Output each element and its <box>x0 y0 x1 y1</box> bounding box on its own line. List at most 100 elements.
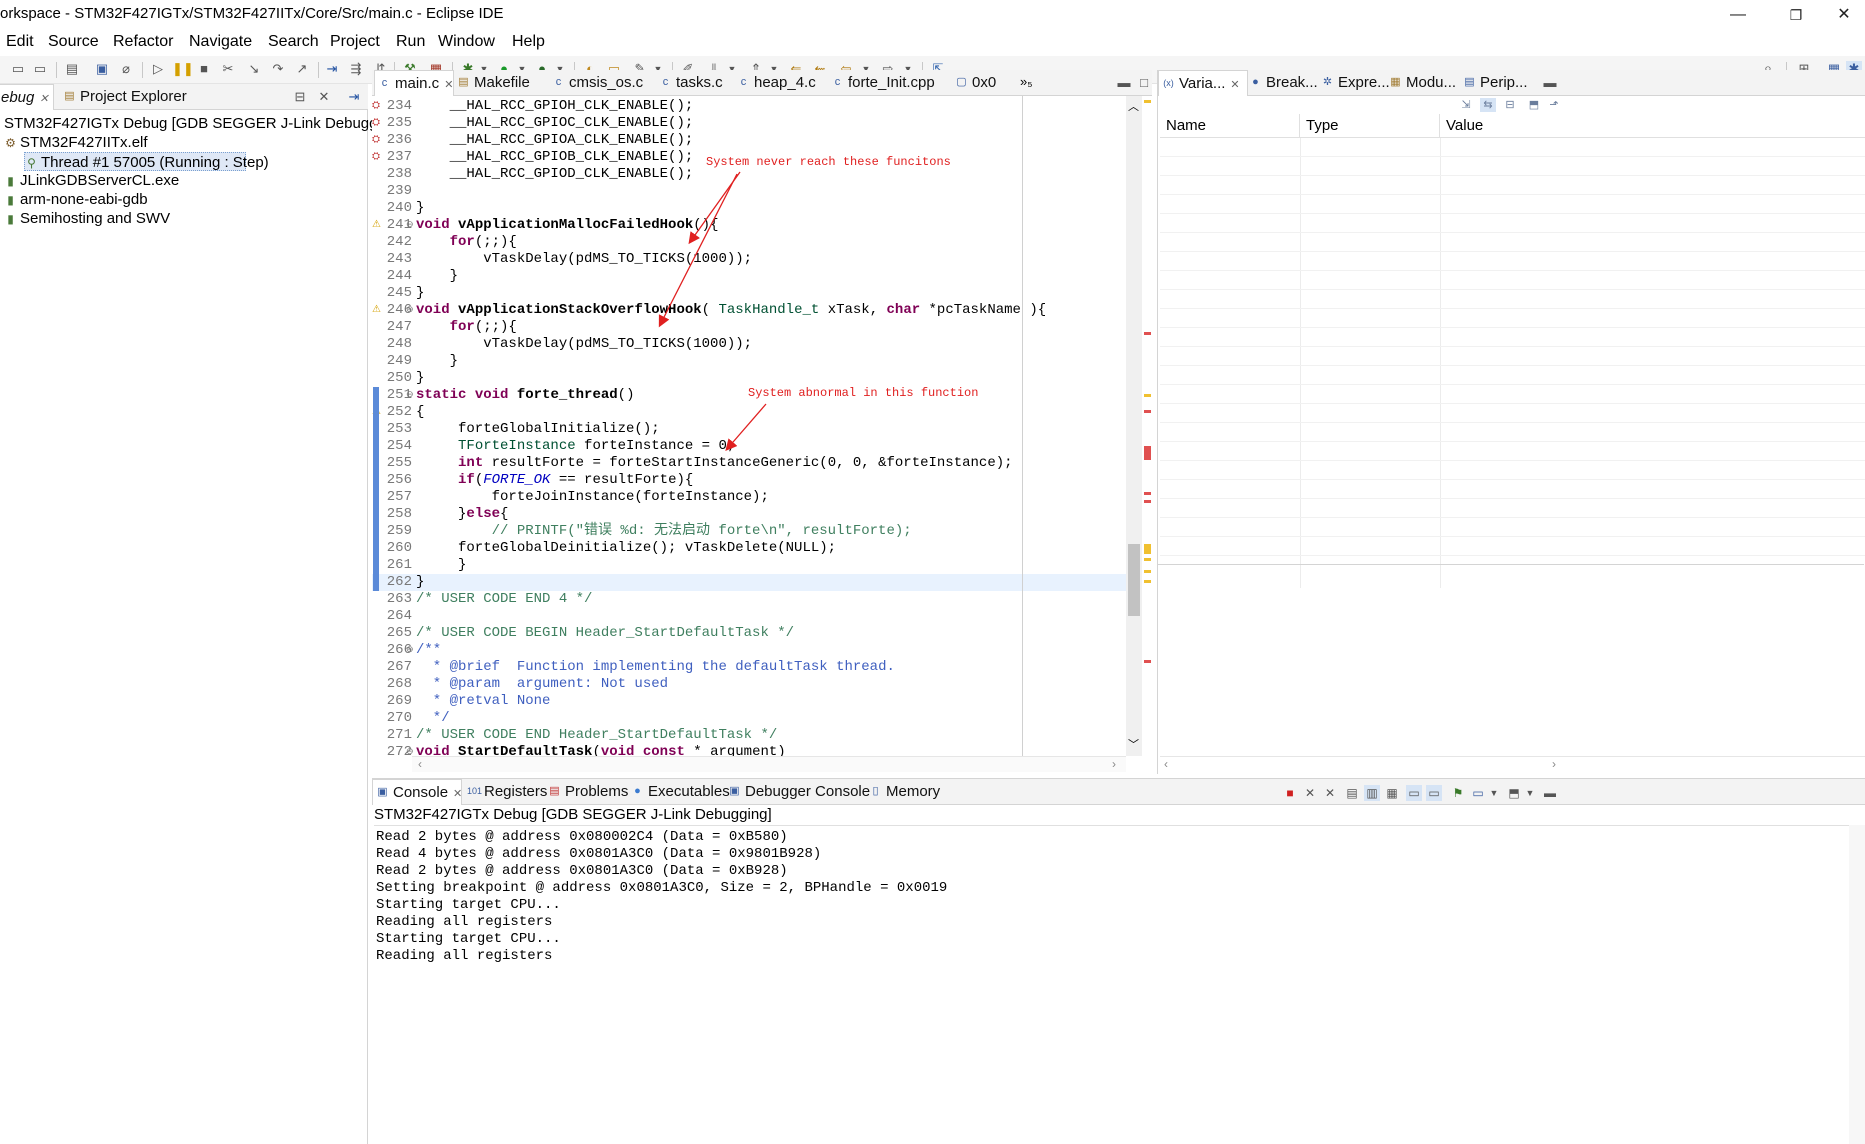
close-tab-icon[interactable]: ✕ <box>1230 79 1239 91</box>
column-header-type[interactable]: Type <box>1300 114 1440 138</box>
save-icon[interactable]: ▭ <box>10 61 26 77</box>
tab-forte-init[interactable]: c forte_Init.cpp <box>828 70 948 96</box>
remove-all-terminated-icon[interactable]: ✕ <box>1322 785 1338 801</box>
code-line[interactable]: 270 */ <box>372 710 1132 727</box>
save-all-icon[interactable]: ▭ <box>32 61 48 77</box>
menu-help[interactable]: Help <box>512 33 545 51</box>
open-console-icon[interactable]: ⬒ <box>1506 785 1522 801</box>
tab-overflow-button[interactable]: »₅ <box>1020 74 1032 89</box>
menu-refactor[interactable]: Refactor <box>113 33 173 51</box>
tab-project-explorer[interactable]: ▤ Project Explorer <box>60 84 210 110</box>
disconnect-icon[interactable]: ✂ <box>220 61 236 77</box>
tab-executables[interactable]: ● Executables <box>628 779 730 805</box>
clear-console-icon[interactable]: ▤ <box>1344 785 1360 801</box>
tree-item-semihosting[interactable]: ▮ Semihosting and SWV <box>4 209 170 228</box>
code-line[interactable]: 264 <box>372 608 1132 625</box>
overview-marker[interactable] <box>1144 570 1151 573</box>
tab-console[interactable]: ▣ Console ✕ <box>372 779 462 805</box>
code-line[interactable]: 240} <box>372 200 1132 217</box>
fold-toggle-icon[interactable]: ⊖ <box>406 302 414 319</box>
close-button[interactable]: ✕ <box>1821 2 1865 28</box>
minimize-button[interactable]: — <box>1715 2 1761 28</box>
show-logical-structure-icon[interactable]: ⇆ <box>1480 98 1496 112</box>
collapse-all-icon[interactable]: ⊟ <box>292 89 308 105</box>
code-line[interactable]: 263/* USER CODE END 4 */ <box>372 591 1132 608</box>
fold-toggle-icon[interactable]: ⊖ <box>406 744 414 756</box>
code-line[interactable]: 239 <box>372 183 1132 200</box>
overview-marker[interactable] <box>1144 446 1151 460</box>
code-line[interactable]: 271/* USER CODE END Header_StartDefaultT… <box>372 727 1132 744</box>
resume-icon[interactable]: ▷ <box>150 61 166 77</box>
overview-marker[interactable] <box>1144 500 1151 503</box>
code-line[interactable]: 272 ⊖ void StartDefaultTask(void const * a… <box>372 744 1132 756</box>
code-line[interactable]: ⛭ 236 __HAL_RCC_GPIOA_CLK_ENABLE(); <box>372 132 1132 149</box>
close-tab-icon[interactable]: ✕ <box>453 788 462 800</box>
variables-horizontal-scrollbar[interactable]: ‹ › <box>1160 756 1865 772</box>
code-line[interactable]: 245} <box>372 285 1132 302</box>
code-line[interactable]: 269 * @retval None <box>372 693 1132 710</box>
open-console-dropdown-icon[interactable]: ▼ <box>1522 785 1538 801</box>
terminate-icon[interactable]: ■ <box>196 61 212 77</box>
show-on-stderr-icon[interactable]: ▭ <box>1426 785 1442 801</box>
skip-breakpoints-icon[interactable]: ⌀ <box>118 61 134 77</box>
terminate-console-icon[interactable]: ■ <box>1282 785 1298 801</box>
overview-marker[interactable] <box>1144 558 1151 561</box>
menu-source[interactable]: Source <box>48 33 99 51</box>
tree-item-elf[interactable]: ⚙ STM32F427IITx.elf <box>4 133 147 152</box>
collapse-all-icon[interactable]: ⊟ <box>1502 98 1518 112</box>
word-wrap-icon[interactable]: ▦ <box>1384 785 1400 801</box>
overview-marker[interactable] <box>1144 332 1151 335</box>
overview-marker[interactable] <box>1144 544 1151 554</box>
tree-item-jlink[interactable]: ▮ JLinkGDBServerCL.exe <box>4 171 179 190</box>
close-tab-icon[interactable]: ✕ <box>444 79 453 91</box>
column-header-value[interactable]: Value <box>1440 114 1865 138</box>
tab-registers[interactable]: 101 Registers <box>464 779 549 805</box>
minimize-editor-icon[interactable]: ▬ <box>1116 75 1132 91</box>
code-line[interactable]: ⛭ 234 __HAL_RCC_GPIOH_CLK_ENABLE(); <box>372 98 1132 115</box>
code-line[interactable]: 261 } <box>372 557 1132 574</box>
overview-marker[interactable] <box>1144 410 1151 413</box>
fold-toggle-icon[interactable]: ⊖ <box>406 387 414 404</box>
tab-disassembly[interactable]: ▢ 0x0 <box>952 70 1012 96</box>
overview-marker[interactable] <box>1144 660 1151 663</box>
scroll-lock-icon[interactable]: ▥ <box>1364 785 1380 801</box>
column-header-name[interactable]: Name <box>1160 114 1300 138</box>
step-filter-icon[interactable]: ⇥ <box>346 89 362 105</box>
show-type-names-icon[interactable]: ⇲ <box>1458 98 1474 112</box>
close-tab-icon[interactable]: ✕ <box>39 93 48 105</box>
tree-item-launch[interactable]: STM32F427IGTx Debug [GDB SEGGER J-Link D… <box>4 114 402 133</box>
code-line[interactable]: 259 // PRINTF("错误 %d: 无法启动 forte\n", res… <box>372 523 1132 540</box>
display-console-icon[interactable]: ▭ <box>1470 785 1486 801</box>
tab-variables[interactable]: (x) Varia... ✕ <box>1158 70 1248 96</box>
code-line[interactable]: ⚠252{ <box>372 404 1132 421</box>
scroll-right-icon[interactable]: › <box>1112 757 1116 771</box>
code-line[interactable]: ⛭ 235 __HAL_RCC_GPIOC_CLK_ENABLE(); <box>372 115 1132 132</box>
overview-marker[interactable] <box>1144 580 1151 583</box>
code-line[interactable]: 248 vTaskDelay(pdMS_TO_TICKS(1000)); <box>372 336 1132 353</box>
scroll-left-icon[interactable]: ‹ <box>418 757 422 771</box>
code-line[interactable]: ⚠ 246 ⊖ void vApplicationStackOverflowHook(… <box>372 302 1132 319</box>
code-line[interactable]: 243 vTaskDelay(pdMS_TO_TICKS(1000)); <box>372 251 1132 268</box>
step-into-icon[interactable]: ↘ <box>246 61 262 77</box>
remove-terminated-icon[interactable]: ✕ <box>316 89 332 105</box>
tab-modules[interactable]: ▦ Modu... <box>1386 70 1471 96</box>
tab-main-c[interactable]: c main.c ✕ <box>374 70 454 96</box>
overview-marker[interactable] <box>1144 100 1151 103</box>
menu-navigate[interactable]: Navigate <box>189 33 252 51</box>
fold-toggle-icon[interactable]: ⊖ <box>406 217 414 234</box>
pin-console-icon[interactable]: ⚑ <box>1450 785 1466 801</box>
tab-tasks-c[interactable]: c tasks.c <box>656 70 736 96</box>
tab-heap4-c[interactable]: c heap_4.c <box>734 70 824 96</box>
code-line[interactable]: 253 forteGlobalInitialize(); <box>372 421 1132 438</box>
menu-edit[interactable]: Edit <box>6 33 34 51</box>
editor-horizontal-scrollbar[interactable]: ‹ › <box>412 756 1126 772</box>
code-line[interactable]: 257 forteJoinInstance(forteInstance); <box>372 489 1132 506</box>
tab-problems[interactable]: ▤ Problems <box>545 779 630 805</box>
code-area[interactable]: ⛭ 234 __HAL_RCC_GPIOH_CLK_ENABLE(); ⛭ 235 _… <box>372 96 1152 756</box>
code-line[interactable]: 249 } <box>372 353 1132 370</box>
editor-vertical-scrollbar[interactable]: ︿ ﹀ <box>1126 96 1142 756</box>
code-line[interactable]: 254 TForteInstance forteInstance = 0; <box>372 438 1132 455</box>
code-line[interactable]: 242 for(;;){ <box>372 234 1132 251</box>
tree-item-thread[interactable]: ⚲ Thread #1 57005 (Running : Step) <box>24 152 269 171</box>
scroll-down-icon[interactable]: ﹀ <box>1128 736 1139 752</box>
